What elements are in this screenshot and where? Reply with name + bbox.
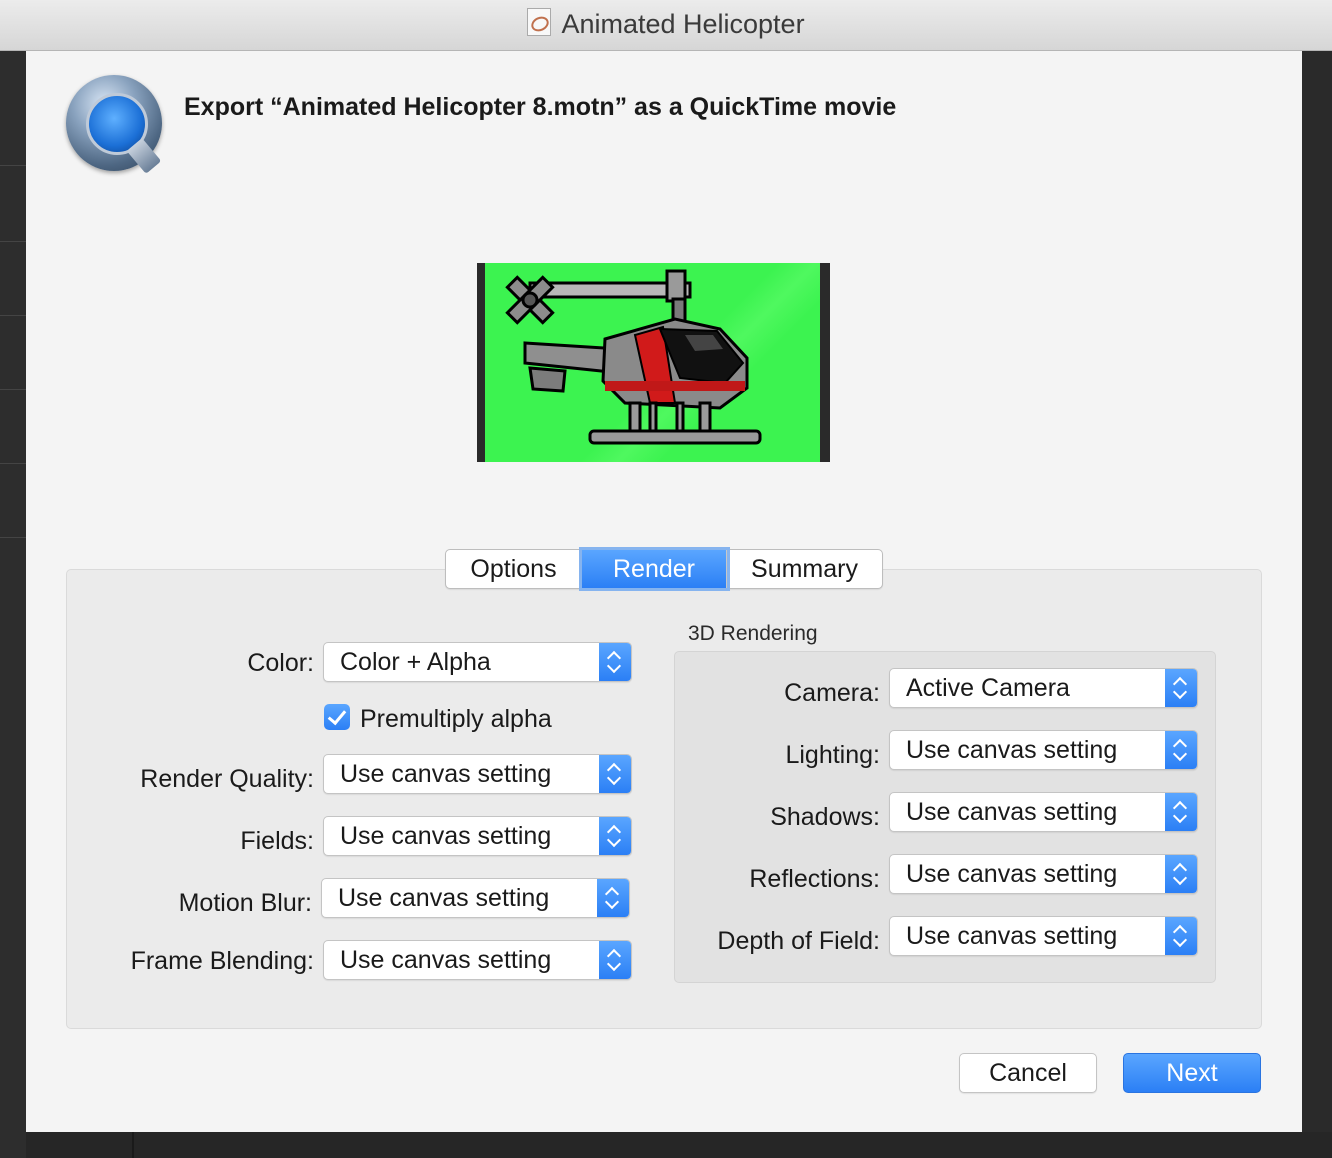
frame-blending-popup[interactable]: Use canvas setting — [323, 940, 632, 980]
lighting-label: Lighting: — [785, 741, 880, 769]
popup-arrows-icon — [1165, 669, 1197, 707]
motion-blur-popup[interactable]: Use canvas setting — [321, 878, 630, 918]
frame-blending-label: Frame Blending: — [130, 947, 314, 975]
popup-arrows-icon — [599, 817, 631, 855]
reflections-popup[interactable]: Use canvas setting — [889, 854, 1198, 894]
reflections-value: Use canvas setting — [906, 860, 1118, 888]
color-label: Color: — [247, 649, 314, 677]
motion-blur-value: Use canvas setting — [338, 884, 550, 912]
tab-render[interactable]: Render — [582, 550, 727, 588]
quicktime-icon — [66, 75, 162, 174]
window-title-text: Animated Helicopter — [561, 9, 805, 39]
dialog-heading: Export “Animated Helicopter 8.motn” as a… — [184, 93, 897, 121]
export-sheet: Export “Animated Helicopter 8.motn” as a… — [26, 51, 1302, 1132]
premultiply-alpha-checkbox[interactable] — [324, 704, 350, 730]
fields-popup[interactable]: Use canvas setting — [323, 816, 632, 856]
window-title-bar: Animated Helicopter — [0, 0, 1332, 51]
shadows-label: Shadows: — [770, 803, 880, 831]
shadows-value: Use canvas setting — [906, 798, 1118, 826]
render-quality-value: Use canvas setting — [340, 760, 552, 788]
next-button[interactable]: Next — [1123, 1053, 1261, 1093]
3d-rendering-title: 3D Rendering — [688, 622, 818, 645]
popup-arrows-icon — [599, 755, 631, 793]
render-quality-label: Render Quality: — [140, 765, 314, 793]
popup-arrows-icon — [1165, 855, 1197, 893]
lighting-popup[interactable]: Use canvas setting — [889, 730, 1198, 770]
helicopter-illustration — [505, 269, 762, 445]
preview-thumbnail — [477, 263, 830, 462]
cancel-button[interactable]: Cancel — [959, 1053, 1097, 1093]
depth-of-field-popup[interactable]: Use canvas setting — [889, 916, 1198, 956]
popup-arrows-icon — [1165, 793, 1197, 831]
render-quality-popup[interactable]: Use canvas setting — [323, 754, 632, 794]
export-tab-bar: Options Render Summary — [445, 549, 883, 589]
tab-summary[interactable]: Summary — [727, 550, 882, 588]
helicopter-preview-image — [485, 263, 820, 462]
premultiply-alpha-label: Premultiply alpha — [360, 705, 552, 733]
reflections-label: Reflections: — [749, 865, 880, 893]
depth-of-field-value: Use canvas setting — [906, 922, 1118, 950]
background-app-bottom — [26, 1132, 1332, 1158]
frame-blending-value: Use canvas setting — [340, 946, 552, 974]
camera-popup[interactable]: Active Camera — [889, 668, 1198, 708]
popup-arrows-icon — [597, 879, 629, 917]
color-popup[interactable]: Color + Alpha — [323, 642, 632, 682]
fields-value: Use canvas setting — [340, 822, 552, 850]
popup-arrows-icon — [599, 941, 631, 979]
popup-arrows-icon — [599, 643, 631, 681]
camera-label: Camera: — [784, 679, 880, 707]
motion-document-icon — [527, 8, 552, 36]
popup-arrows-icon — [1165, 917, 1197, 955]
background-app-right — [1302, 51, 1332, 1158]
camera-value: Active Camera — [906, 674, 1070, 702]
shadows-popup[interactable]: Use canvas setting — [889, 792, 1198, 832]
fields-label: Fields: — [240, 827, 314, 855]
tab-options[interactable]: Options — [446, 550, 582, 588]
window-title: Animated Helicopter — [0, 8, 1332, 40]
color-popup-value: Color + Alpha — [340, 648, 491, 676]
depth-of-field-label: Depth of Field: — [717, 927, 880, 955]
background-app-sidebar — [0, 51, 26, 1158]
popup-arrows-icon — [1165, 731, 1197, 769]
lighting-value: Use canvas setting — [906, 736, 1118, 764]
motion-blur-label: Motion Blur: — [178, 889, 312, 917]
